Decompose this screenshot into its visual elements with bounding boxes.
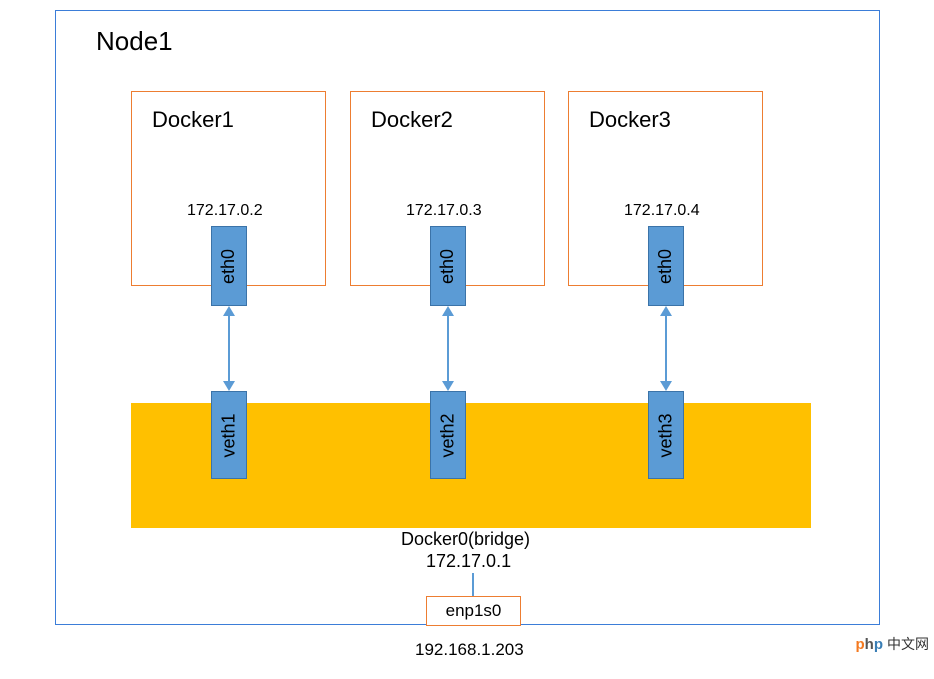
link-arrow-1 <box>228 316 230 381</box>
bridge-ip: 172.17.0.1 <box>426 551 511 572</box>
container-ip: 172.17.0.3 <box>406 202 482 220</box>
node-box: Node1 Docker1 172.17.0.2 eth0 Docker2 17… <box>55 10 880 625</box>
eth0-label: eth0 <box>656 248 677 283</box>
arrow-up-icon <box>442 306 454 316</box>
veth1-box: veth1 <box>211 391 247 479</box>
eth0-box-2: eth0 <box>430 226 466 306</box>
arrow-down-icon <box>442 381 454 391</box>
arrow-up-icon <box>223 306 235 316</box>
container-title: Docker2 <box>371 107 453 133</box>
watermark-text: 中文网 <box>887 634 929 654</box>
veth-label: veth1 <box>219 413 240 457</box>
arrow-up-icon <box>660 306 672 316</box>
arrow-down-icon <box>660 381 672 391</box>
php-logo-icon: php <box>855 636 883 653</box>
container-title: Docker3 <box>589 107 671 133</box>
veth3-box: veth3 <box>648 391 684 479</box>
container-ip: 172.17.0.2 <box>187 202 263 220</box>
bridge-host-link <box>472 573 474 596</box>
link-arrow-2 <box>447 316 449 381</box>
eth0-box-3: eth0 <box>648 226 684 306</box>
host-ip: 192.168.1.203 <box>415 640 524 660</box>
veth2-box: veth2 <box>430 391 466 479</box>
host-interface: enp1s0 <box>426 596 521 626</box>
watermark: php 中文网 <box>855 634 929 654</box>
eth0-box-1: eth0 <box>211 226 247 306</box>
bridge-label: Docker0(bridge) <box>401 529 530 550</box>
node-title: Node1 <box>96 26 173 57</box>
arrow-down-icon <box>223 381 235 391</box>
eth0-label: eth0 <box>438 248 459 283</box>
container-ip: 172.17.0.4 <box>624 202 700 220</box>
link-arrow-3 <box>665 316 667 381</box>
container-title: Docker1 <box>152 107 234 133</box>
veth-label: veth2 <box>438 413 459 457</box>
eth0-label: eth0 <box>219 248 240 283</box>
veth-label: veth3 <box>656 413 677 457</box>
